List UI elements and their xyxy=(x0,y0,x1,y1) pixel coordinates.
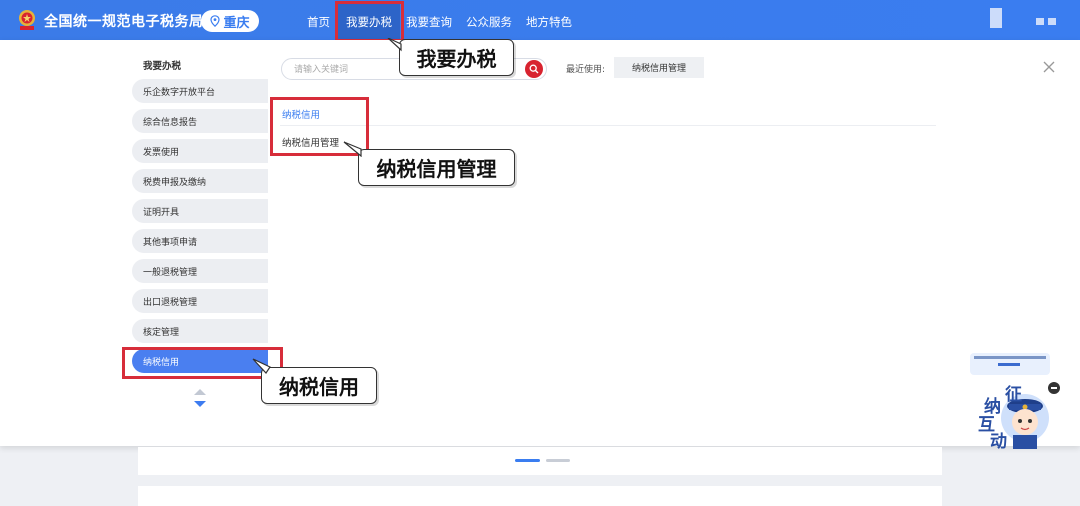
callout-tail xyxy=(252,358,271,374)
user-menu-dot[interactable] xyxy=(1036,18,1044,25)
city-name: 重庆 xyxy=(223,15,250,31)
sidebar-item[interactable]: 发票使用 xyxy=(132,139,268,163)
callout-tail xyxy=(343,141,362,157)
nav-query[interactable]: 我要查询 xyxy=(406,14,452,30)
sidebar-item[interactable]: 一般退税管理 xyxy=(132,259,268,283)
callout-link: 纳税信用管理 xyxy=(358,149,515,186)
carousel-dot-active[interactable] xyxy=(515,459,540,462)
assistant-tooltip[interactable] xyxy=(970,353,1050,375)
sidebar-item[interactable]: 证明开具 xyxy=(132,199,268,223)
nav-highlight-box xyxy=(335,1,404,42)
nav-local-features[interactable]: 地方特色 xyxy=(526,14,572,30)
content-card xyxy=(138,486,942,506)
callout-sidebar: 纳税信用 xyxy=(261,367,377,404)
user-avatar[interactable] xyxy=(990,8,1002,28)
sidebar-item[interactable]: 综合信息报告 xyxy=(132,109,268,133)
location-pin-icon xyxy=(210,15,221,27)
user-menu-dot[interactable] xyxy=(1048,18,1056,25)
category-divider xyxy=(280,125,936,126)
recent-item-chip[interactable]: 纳税信用管理 xyxy=(614,57,704,78)
sidebar-item[interactable]: 其他事项申请 xyxy=(132,229,268,253)
assistant-char: 征 xyxy=(1005,385,1022,405)
callout-tail xyxy=(387,38,402,52)
sidebar-heading: 我要办税 xyxy=(143,61,182,72)
site-title[interactable]: 全国统一规范电子税务局 xyxy=(44,11,204,31)
nav-home[interactable]: 首页 xyxy=(307,14,330,30)
scroll-down-icon[interactable] xyxy=(194,401,206,407)
sidebar-item[interactable]: 核定管理 xyxy=(132,319,268,343)
search-button[interactable] xyxy=(525,60,543,78)
recent-label: 最近使用: xyxy=(566,65,606,75)
assistant-widget[interactable]: 征 纳 互 动 xyxy=(975,380,1055,452)
tax-emblem-icon xyxy=(19,10,35,30)
sidebar-item[interactable]: 乐企数字开放平台 xyxy=(132,79,268,103)
sidebar-item[interactable]: 税费申报及缴纳 xyxy=(132,169,268,193)
assistant-char: 动 xyxy=(990,432,1007,452)
close-icon[interactable] xyxy=(1042,60,1056,74)
nav-public-service[interactable]: 公众服务 xyxy=(466,14,512,30)
carousel-dot[interactable] xyxy=(546,459,570,462)
carousel-card xyxy=(138,447,942,475)
search-icon xyxy=(529,64,539,74)
scroll-up-icon[interactable] xyxy=(194,389,206,395)
callout-nav: 我要办税 xyxy=(399,39,514,76)
sidebar-item[interactable]: 出口退税管理 xyxy=(132,289,268,313)
city-selector[interactable]: 重庆 xyxy=(201,10,259,32)
